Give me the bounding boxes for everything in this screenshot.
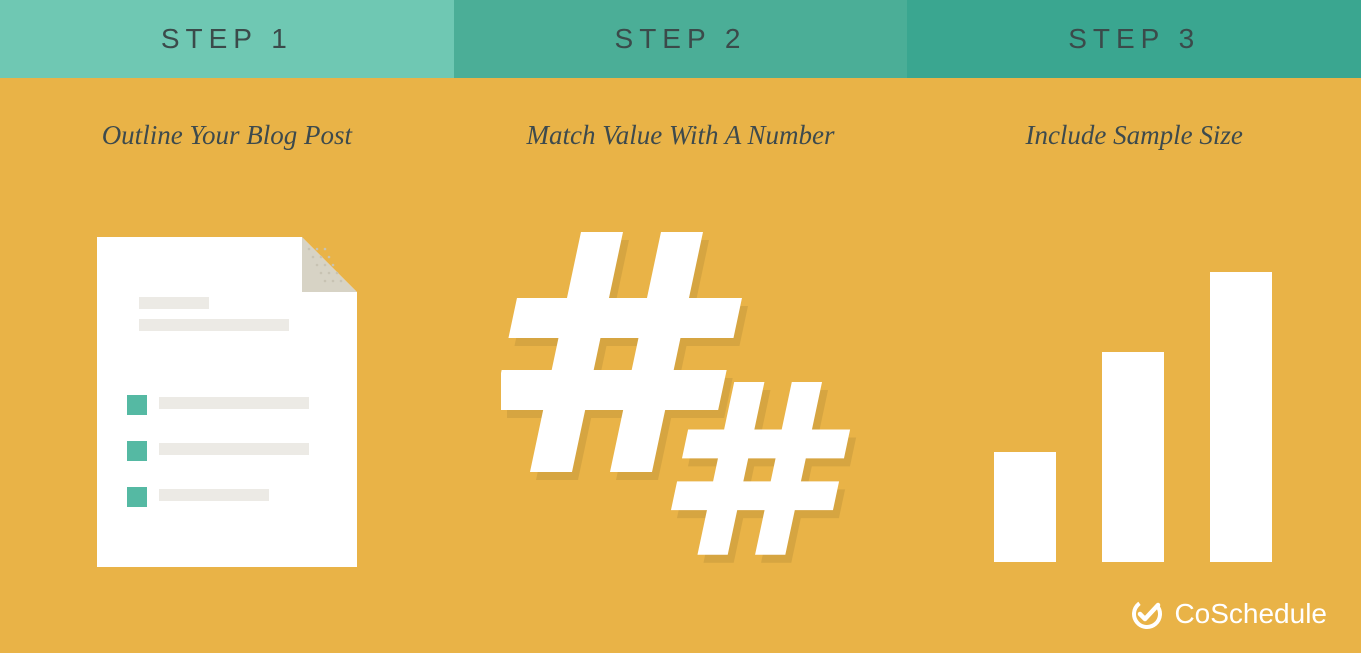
brand-logo: CoSchedule: [1130, 597, 1327, 631]
column-step-2: Match Value With A Number: [454, 78, 908, 653]
brand-name: CoSchedule: [1174, 598, 1327, 630]
step-bar: STEP 1 STEP 2 STEP 3: [0, 0, 1361, 78]
column-step-1: Outline Your Blog Post: [0, 78, 454, 653]
document-icon: [97, 237, 357, 567]
step-3-title: Include Sample Size: [1025, 120, 1242, 151]
coschedule-check-icon: [1130, 597, 1164, 631]
content-row: Outline Your Blog Post: [0, 78, 1361, 653]
step-1-illustration: [0, 151, 454, 653]
column-step-3: Include Sample Size: [907, 78, 1361, 653]
step-1-title: Outline Your Blog Post: [102, 120, 352, 151]
step-tab-2: STEP 2: [454, 0, 908, 78]
step-tab-1: STEP 1: [0, 0, 454, 78]
hash-icon: [501, 232, 861, 572]
step-2-illustration: [454, 151, 908, 653]
step-2-title: Match Value With A Number: [527, 120, 835, 151]
step-tab-3: STEP 3: [907, 0, 1361, 78]
bar-chart-icon: [974, 232, 1294, 572]
step-3-illustration: [907, 151, 1361, 653]
